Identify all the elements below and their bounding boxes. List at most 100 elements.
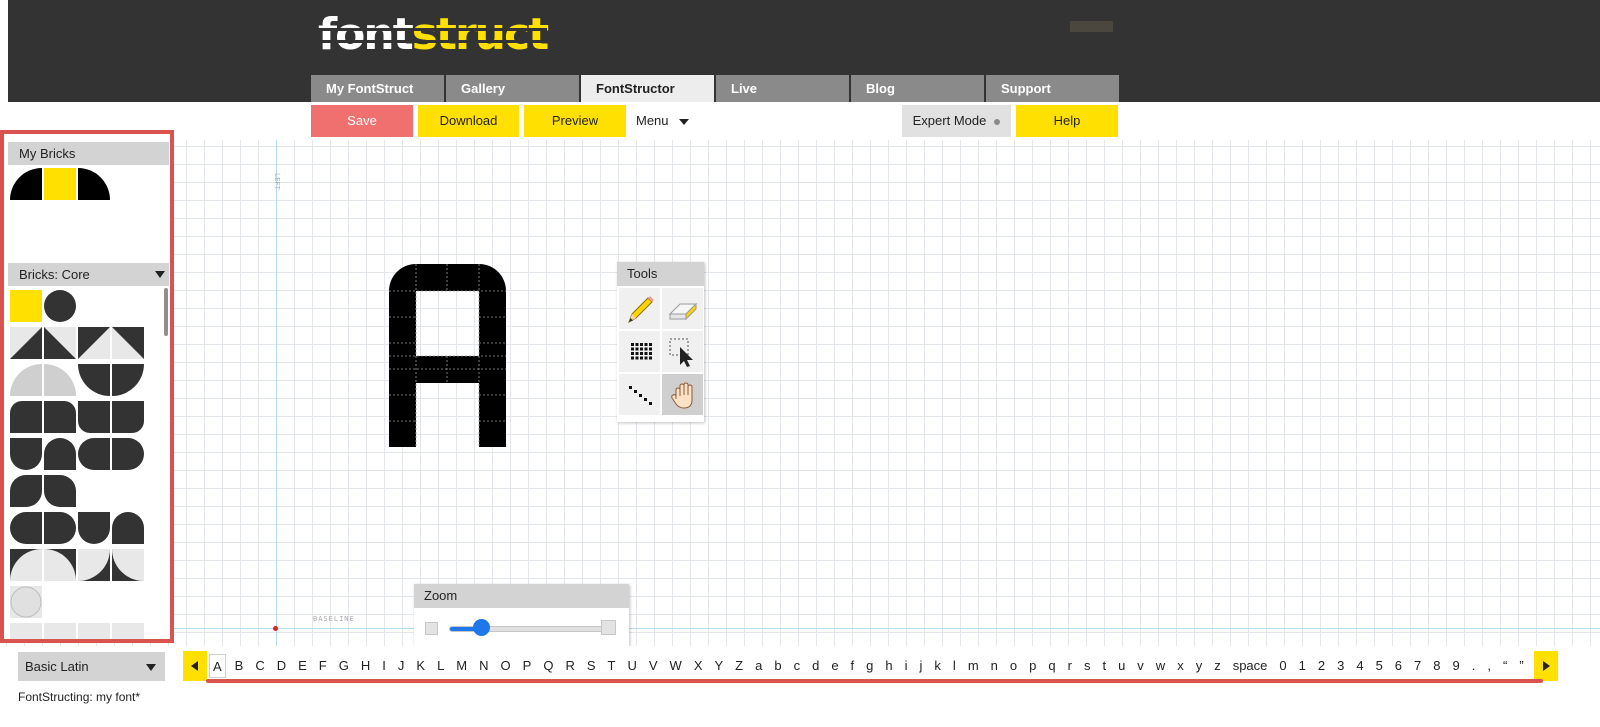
character-item[interactable]: h — [882, 654, 895, 678]
brick-round-corner[interactable] — [10, 512, 42, 544]
zoom-out-icon[interactable] — [425, 622, 438, 635]
character-item[interactable]: L — [434, 654, 447, 678]
character-item[interactable]: q — [1045, 654, 1058, 678]
character-item[interactable]: O — [498, 654, 514, 678]
character-item[interactable]: M — [453, 654, 470, 678]
brick-square-yellow[interactable] — [44, 168, 76, 200]
brick-leaf[interactable] — [10, 475, 42, 507]
brick-quarter-circle-black-2[interactable] — [78, 168, 110, 200]
character-item[interactable]: i — [902, 654, 911, 678]
character-item[interactable]: n — [988, 654, 1001, 678]
brick-triangle[interactable] — [78, 327, 110, 359]
character-item[interactable]: Y — [711, 654, 726, 678]
brick-circle-light[interactable] — [10, 586, 42, 618]
fontstruct-logo[interactable]: font struct — [318, 13, 549, 57]
nav-tab-gallery[interactable]: Gallery — [446, 75, 579, 102]
character-item[interactable]: m — [965, 654, 982, 678]
tools-panel[interactable]: Tools — [617, 262, 704, 422]
nav-tab-support[interactable]: Support — [986, 75, 1119, 102]
menu-dropdown[interactable]: Menu — [627, 105, 697, 137]
help-button[interactable]: Help — [1016, 105, 1118, 137]
character-item[interactable]: . — [1469, 654, 1479, 678]
brick-leaf[interactable] — [44, 475, 76, 507]
character-item[interactable]: j — [917, 654, 926, 678]
character-item[interactable]: V — [646, 654, 661, 678]
brick-concave[interactable] — [112, 549, 144, 581]
character-item[interactable]: b — [771, 654, 784, 678]
character-item[interactable]: W — [667, 654, 685, 678]
character-item[interactable]: , — [1484, 654, 1494, 678]
line-tool[interactable] — [619, 374, 660, 415]
character-item[interactable]: p — [1026, 654, 1039, 678]
character-item[interactable]: d — [809, 654, 822, 678]
brick-circle[interactable] — [44, 290, 76, 322]
character-item[interactable]: 7 — [1411, 654, 1424, 678]
character-item[interactable]: r — [1065, 654, 1075, 678]
brick-half-round[interactable] — [112, 438, 144, 470]
character-item[interactable]: k — [931, 654, 944, 678]
character-item[interactable]: 4 — [1353, 654, 1366, 678]
nav-tab-my-fontstruct[interactable]: My FontStruct — [311, 75, 444, 102]
brick-partial[interactable] — [44, 623, 76, 643]
brick-triangle[interactable] — [44, 327, 76, 359]
brick-round-corner[interactable] — [44, 512, 76, 544]
core-bricks-dropdown[interactable]: Bricks: Core — [8, 263, 169, 286]
character-item[interactable]: g — [863, 654, 876, 678]
character-item[interactable]: 0 — [1276, 654, 1289, 678]
character-item[interactable]: S — [584, 654, 599, 678]
glyph-editor-canvas[interactable]: LEFT BASELINE Tools Zoom — [0, 140, 1600, 646]
character-item[interactable]: 5 — [1373, 654, 1386, 678]
character-item[interactable]: T — [605, 654, 619, 678]
character-item[interactable]: G — [336, 654, 352, 678]
tools-panel-title[interactable]: Tools — [617, 262, 704, 286]
brick-quarter-light[interactable] — [10, 364, 42, 396]
character-item[interactable]: u — [1115, 654, 1128, 678]
nav-tab-live[interactable]: Live — [716, 75, 849, 102]
brick-rounded-corner[interactable] — [10, 401, 42, 433]
brick-partial[interactable] — [112, 623, 144, 643]
character-item[interactable]: ” — [1516, 654, 1526, 678]
pencil-tool[interactable] — [619, 288, 660, 329]
character-item[interactable]: 8 — [1430, 654, 1443, 678]
brick-concave[interactable] — [10, 549, 42, 581]
brick-half-round[interactable] — [44, 438, 76, 470]
character-item[interactable]: a — [752, 654, 765, 678]
nav-tab-fontstructor[interactable]: FontStructor — [581, 75, 714, 102]
character-item[interactable]: Z — [732, 654, 746, 678]
brick-quarter-dark[interactable] — [78, 364, 110, 396]
character-item[interactable]: v — [1134, 654, 1147, 678]
brick-quarter-dark[interactable] — [112, 364, 144, 396]
brick-round-corner[interactable] — [78, 512, 110, 544]
character-item[interactable]: A — [209, 654, 226, 678]
character-item[interactable]: E — [295, 654, 310, 678]
character-item[interactable]: z — [1211, 654, 1224, 678]
character-item[interactable]: X — [691, 654, 706, 678]
character-item[interactable]: space — [1230, 654, 1271, 678]
character-item[interactable]: D — [274, 654, 289, 678]
brick-concave[interactable] — [44, 549, 76, 581]
character-item[interactable]: 3 — [1334, 654, 1347, 678]
character-item[interactable]: I — [379, 654, 389, 678]
character-item[interactable]: s — [1081, 654, 1094, 678]
character-item[interactable]: R — [562, 654, 577, 678]
character-item[interactable]: 9 — [1450, 654, 1463, 678]
previous-characters-button[interactable] — [183, 651, 207, 681]
letter-a-glyph[interactable] — [389, 264, 506, 447]
next-characters-button[interactable] — [1534, 651, 1558, 681]
character-item[interactable]: Q — [540, 654, 556, 678]
brick-partial[interactable] — [10, 623, 42, 643]
brick-round-corner[interactable] — [112, 512, 144, 544]
brick-rounded-corner[interactable] — [78, 401, 110, 433]
hand-tool[interactable] — [662, 374, 703, 415]
brick-quarter-light[interactable] — [44, 364, 76, 396]
user-menu-area[interactable] — [1070, 21, 1113, 32]
zoom-panel[interactable]: Zoom — [414, 584, 629, 646]
zoom-slider-handle[interactable] — [473, 619, 490, 636]
character-item[interactable]: J — [395, 654, 408, 678]
character-set-select[interactable]: Basic Latin — [18, 652, 165, 681]
character-item[interactable]: o — [1007, 654, 1020, 678]
character-item[interactable]: C — [252, 654, 267, 678]
brick-triangle[interactable] — [10, 327, 42, 359]
brick-partial[interactable] — [78, 623, 110, 643]
brick-rounded-corner[interactable] — [44, 401, 76, 433]
